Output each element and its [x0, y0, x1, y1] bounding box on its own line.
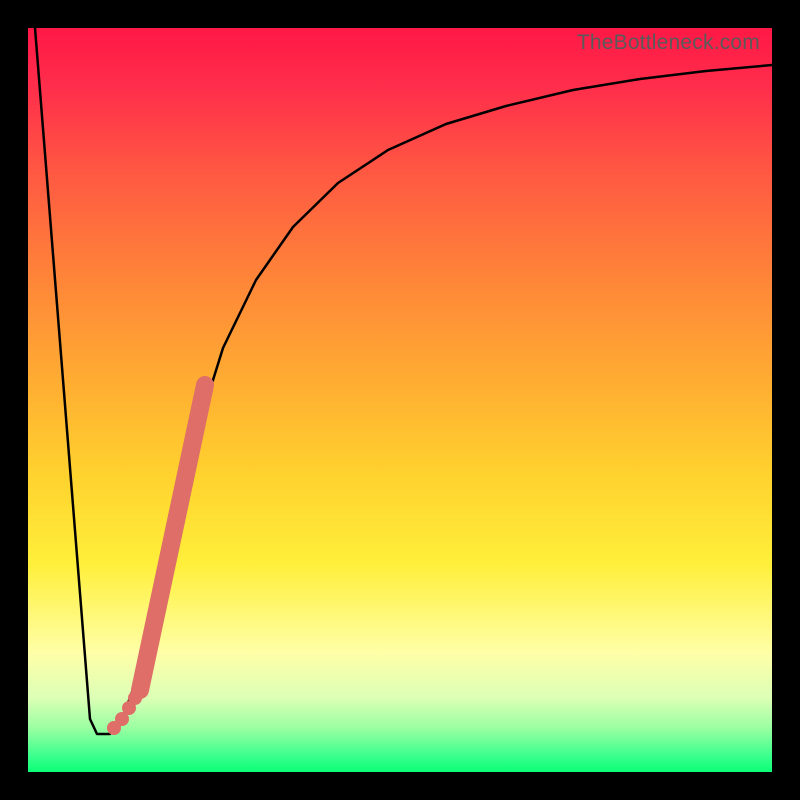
highlight-dot [128, 691, 142, 705]
highlight-segment [140, 385, 205, 690]
plot-area: TheBottleneck.com [28, 28, 772, 772]
chart-frame: TheBottleneck.com [0, 0, 800, 800]
chart-svg [28, 28, 772, 772]
